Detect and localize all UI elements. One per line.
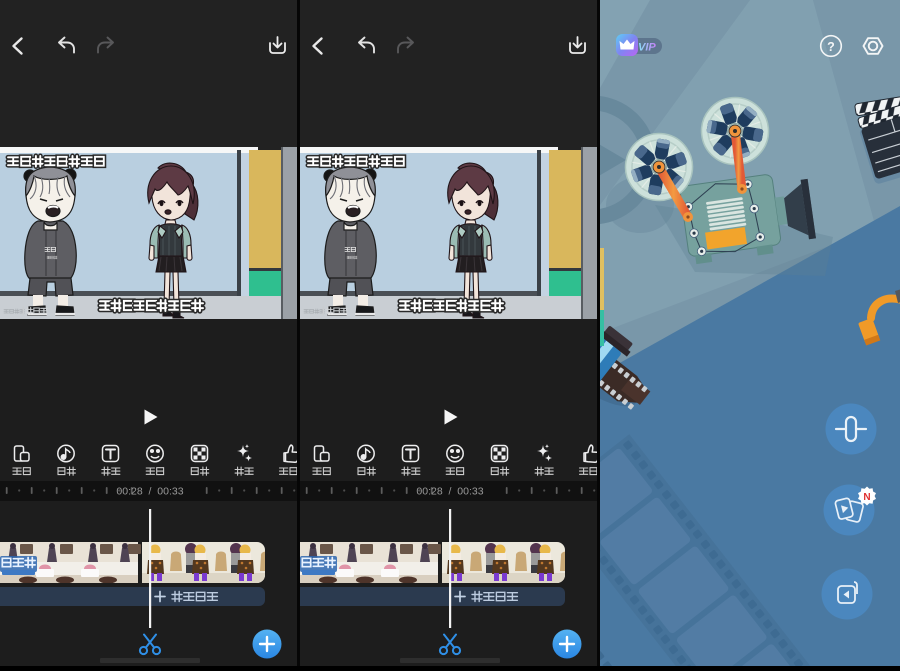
svg-text:VIP: VIP [638, 42, 656, 54]
svg-text:?: ? [827, 40, 835, 54]
svg-text:00:28 / 00:33: 00:28 / 00:33 [416, 486, 483, 498]
svg-text:00:28 / 00:33: 00:28 / 00:33 [116, 486, 183, 498]
svg-text:N: N [863, 492, 870, 503]
